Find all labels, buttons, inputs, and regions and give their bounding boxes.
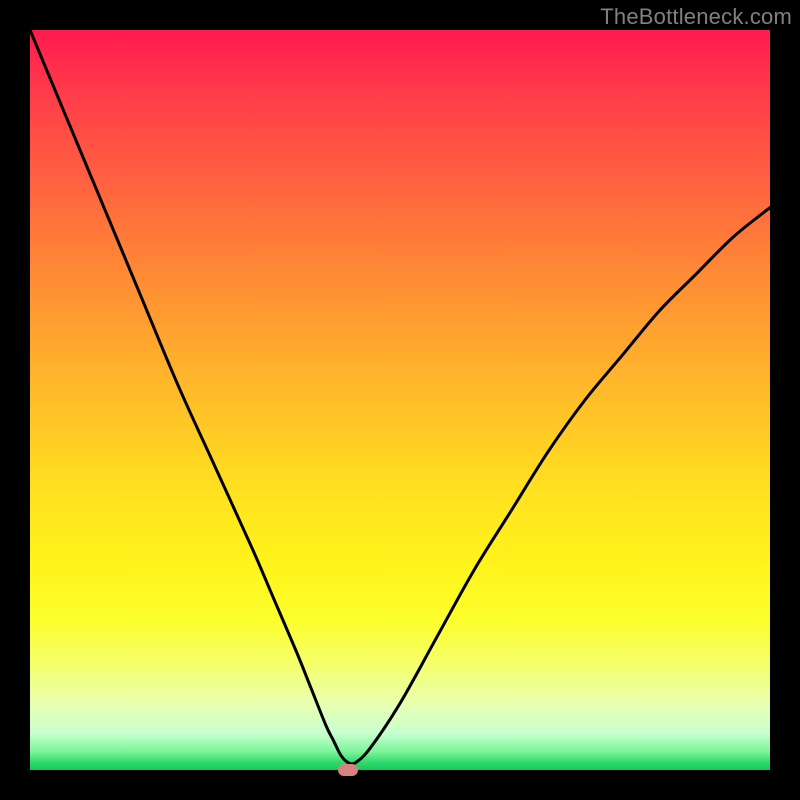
- plot-area: [30, 30, 770, 770]
- optimum-marker: [338, 764, 358, 776]
- watermark-text: TheBottleneck.com: [600, 4, 792, 30]
- bottleneck-curve: [30, 30, 770, 770]
- chart-frame: TheBottleneck.com: [0, 0, 800, 800]
